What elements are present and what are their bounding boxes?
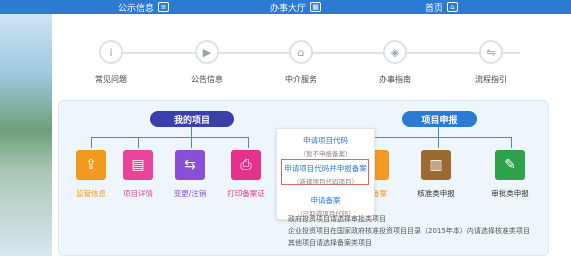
step-label: 公告信息 [191,75,223,84]
step-label: 流程指引 [475,75,507,84]
note-text: 企业投资项目在国家政府核准投资项目目录（2015年本）内请选择核准类项目 [288,227,530,235]
tile-label-change-cancel[interactable]: 变更/注销 [165,188,215,199]
option-subtitle: （新建项目代码项目） [293,178,358,186]
info-icon: i [99,40,123,64]
note-text: 其他项目请选择备案类项目 [288,239,372,247]
tree-line [370,137,512,138]
step-label: 常见问题 [95,75,127,84]
tile-label-supervision[interactable]: 监管信息 [66,188,116,199]
play-icon: ▶ [195,40,219,64]
my-projects-title: 我的项目 [173,115,210,126]
document-icon[interactable]: ▥ [421,150,451,180]
compass-icon: ◈ [383,40,407,64]
option-apply-code[interactable]: 申请项目代码 （暂不申报备案） [277,135,374,158]
tree-line [511,137,512,148]
tree-line [91,137,249,138]
tree-line [138,137,139,148]
note-text: 政府投资项目请选择审批类项目 [288,215,386,223]
tile-label-approval-declare[interactable]: 核准类申报 [408,188,464,199]
tree-line [438,127,439,137]
nav-service-hall-label: 办事大厅 [270,3,307,14]
tile-label-examine-declare[interactable]: 审批类申报 [482,188,538,199]
tree-line [438,137,439,148]
side-photo [0,14,52,256]
option-title: 申请备案 [310,196,341,205]
nav-home[interactable]: 首页 ⌂ [425,0,459,14]
tree-line [248,137,249,148]
project-apply-header: 项目申报 [402,111,477,127]
option-subtitle: （暂不申报备案） [299,150,352,158]
step-agency-services[interactable]: ⌂ 中介服务 [266,40,336,85]
tree-line [91,137,92,148]
upload-icon[interactable]: ⇪ [76,150,106,180]
flow-icon: ⇋ [479,40,503,64]
option-title: 申请项目代码并申报备案 [284,164,367,173]
step-label: 办事指南 [379,75,411,84]
printer-icon[interactable]: ⎙ [231,150,261,180]
step-service-guide[interactable]: ◈ 办事指南 [360,40,430,85]
tile-label-project-detail[interactable]: 项目详情 [113,188,163,199]
step-faq[interactable]: i 常见问题 [76,40,146,85]
tile-label-print-cert[interactable]: 打印备案证 [217,188,275,199]
nav-home-label: 首页 [425,3,444,14]
project-apply-title: 项目申报 [421,115,458,126]
tree-line [191,137,192,148]
nav-service-hall[interactable]: 办事大厅 ▦ [270,0,322,14]
option-title: 申请项目代码 [303,136,348,145]
guidance-notes: 政府投资项目请选择审批类项目 企业投资项目在国家政府核准投资项目目录（2015年… [288,213,548,249]
nav-public-info[interactable]: 公示信息 ≡ [118,0,170,14]
transfer-icon[interactable]: ⇆ [175,150,205,180]
bank-icon: ⌂ [289,40,313,64]
step-announcements[interactable]: ▶ 公告信息 [172,40,242,85]
record-options-popup: 申请项目代码 （暂不申报备案） 申请项目代码并申报备案 （新建项目代码项目） 申… [276,128,375,220]
step-process-guide[interactable]: ⇋ 流程指引 [456,40,526,85]
top-nav-bar: 公示信息 ≡ 办事大厅 ▦ 首页 ⌂ [0,0,571,14]
doc-icon[interactable] [373,150,389,180]
step-label: 中介服务 [285,75,317,84]
step-nav: i 常见问题 ▶ 公告信息 ⌂ 中介服务 ◈ 办事指南 ⇋ 流程指引 [60,32,550,94]
tree-line [191,127,192,137]
notice-icon: ≡ [158,2,170,12]
file-icon[interactable]: ▤ [123,150,153,180]
tile-label-record[interactable]: 备案 [372,188,396,199]
building-icon: ▦ [310,2,322,12]
my-projects-header: 我的项目 [150,111,234,127]
home-icon: ⌂ [447,2,459,12]
edit-icon[interactable]: ✎ [495,150,525,180]
option-apply-code-and-record[interactable]: 申请项目代码并申报备案 （新建项目代码项目） [277,163,374,186]
nav-public-info-label: 公示信息 [118,3,155,14]
